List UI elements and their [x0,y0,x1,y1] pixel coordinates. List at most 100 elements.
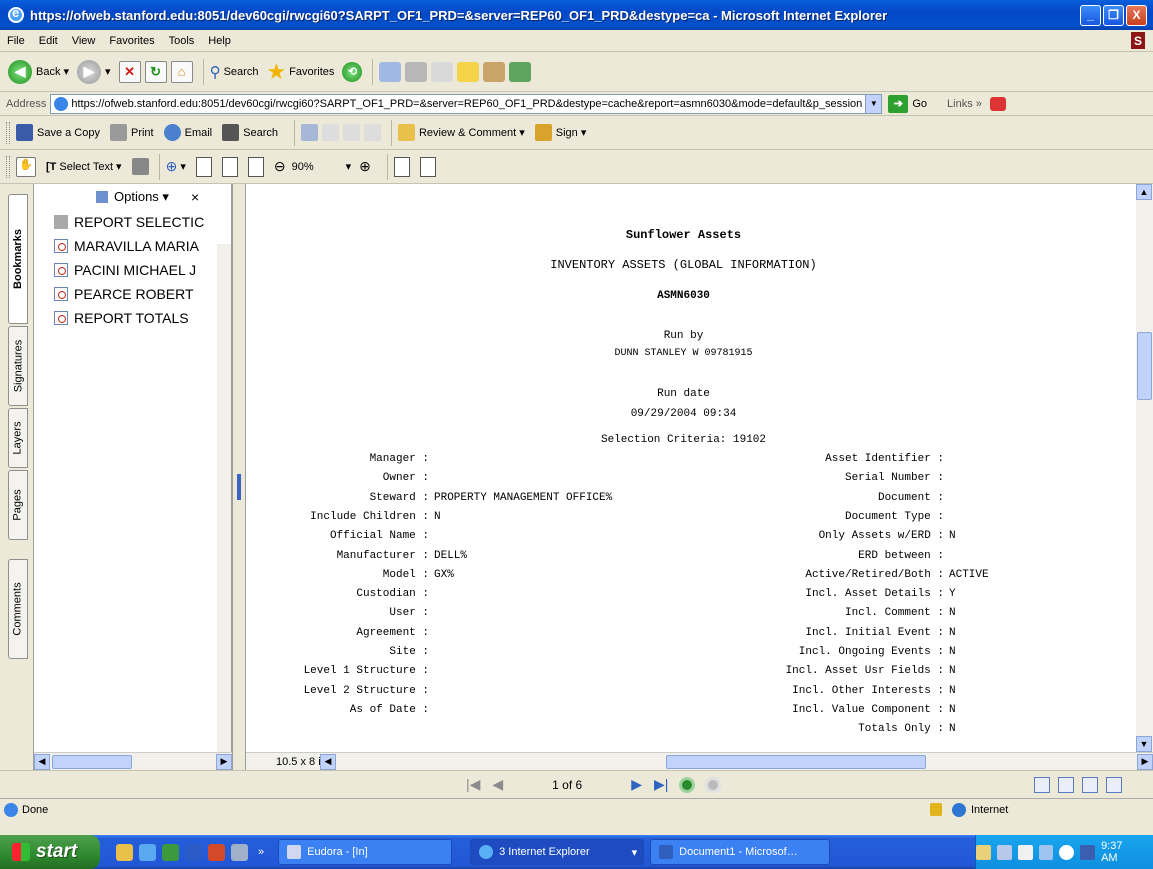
stop-icon[interactable]: ✕ [118,60,141,83]
toolbar-grip[interactable] [6,155,10,178]
panel-splitter[interactable] [232,184,246,770]
tray-icon[interactable] [1038,844,1054,860]
rotate-clockwise-icon[interactable] [393,156,410,177]
previous-page-icon[interactable]: ◀ [492,776,503,793]
back-button[interactable]: ◀ Back ▾ [8,59,69,84]
messenger-icon[interactable] [509,61,532,82]
first-page-icon[interactable]: |◀ [466,776,480,793]
mail-icon[interactable] [379,61,402,82]
address-url[interactable]: https://ofweb.stanford.edu:8051/dev60cgi… [71,98,865,110]
save-copy-button[interactable]: Save a Copy [16,124,100,141]
scroll-down-icon[interactable]: ▼ [1136,736,1152,752]
quicklaunch-icon[interactable] [185,843,202,861]
bookmarks-horizontal-scrollbar[interactable]: ◀ ▶ [34,752,232,770]
scroll-left-icon[interactable]: ◀ [320,753,336,770]
task-group-dropdown-icon[interactable]: ▾ [632,846,638,859]
maximize-button[interactable]: ❐ [1103,4,1124,26]
quicklaunch-icon[interactable] [139,843,156,861]
zoom-out-icon[interactable]: ⊖ [274,158,286,175]
clock[interactable]: 9:37 AM [1101,840,1141,864]
window-title-bar[interactable]: https://ofweb.stanford.edu:8051/dev60cgi… [0,0,1153,30]
single-page-icon[interactable] [1034,776,1050,793]
scroll-up-icon[interactable]: ▲ [1136,184,1152,200]
quicklaunch-icon[interactable] [116,843,133,861]
menu-help[interactable]: Help [201,35,238,47]
home-icon[interactable]: ⌂ [170,60,193,83]
bookmark-item[interactable]: PEARCE ROBERT [34,282,231,306]
continuous-facing-icon[interactable] [1106,776,1122,793]
forward-button[interactable]: ▶ ▾ [77,59,111,84]
sign-button[interactable]: Sign ▾ [534,124,586,141]
scroll-right-icon[interactable]: ▶ [1137,753,1153,770]
last-page-icon[interactable]: ▶| [654,776,668,793]
go-button[interactable]: ➔ Go [888,94,927,113]
quicklaunch-icon[interactable] [208,843,225,861]
bookmark-item[interactable]: REPORT TOTALS [34,306,231,330]
rotate-counterclockwise-icon[interactable] [419,156,436,177]
bookmark-item[interactable]: PACINI MICHAEL J [34,258,231,282]
zoom-field[interactable]: 90% [288,158,346,176]
scroll-thumb[interactable] [666,754,926,769]
bookmarks-vertical-scrollbar[interactable] [217,244,231,752]
toolbar-grip[interactable] [6,121,10,144]
research-icon[interactable] [483,61,506,82]
quicklaunch-icon[interactable] [162,843,179,861]
fit-page-icon[interactable] [221,156,238,177]
discuss-icon[interactable] [457,61,480,82]
tab-pages[interactable]: Pages [8,470,28,540]
previous-view-icon[interactable] [679,776,696,793]
zoom-dropdown-icon[interactable]: ▾ [346,160,352,173]
menu-edit[interactable]: Edit [32,35,65,47]
tray-icon[interactable] [996,844,1012,860]
page-number-field[interactable]: 1 of 6 [519,775,615,795]
tab-bookmarks[interactable]: Bookmarks [8,194,28,324]
hand-tool-icon[interactable]: ✋ [16,156,36,177]
taskbar-item-internet-explorer[interactable]: 3 Internet Explorer ▾ [470,839,645,865]
spell-check-icon[interactable] [300,124,318,141]
minimize-button[interactable]: _ [1080,4,1101,26]
quicklaunch-more-icon[interactable]: » [258,846,264,858]
bookmark-item[interactable]: MARAVILLA MARIA [34,234,231,258]
edit-icon[interactable] [431,61,454,82]
menu-favorites[interactable]: Favorites [102,35,161,47]
favorites-button[interactable]: ★ Favorites [266,59,334,85]
menu-tools[interactable]: Tools [162,35,202,47]
continuous-icon[interactable] [1058,776,1074,793]
next-view-icon[interactable] [705,776,722,793]
network-icon[interactable] [1080,844,1096,860]
facing-icon[interactable] [1082,776,1098,793]
scroll-left-icon[interactable]: ◀ [34,753,50,770]
menu-view[interactable]: View [65,35,103,47]
print-icon[interactable] [405,61,428,82]
redo-icon[interactable] [342,124,360,141]
quicklaunch-icon[interactable] [231,843,248,861]
menu-file[interactable]: File [0,35,32,47]
search-button[interactable]: ⚲ Search [210,63,259,81]
next-page-icon[interactable]: ▶ [631,776,642,793]
document-vertical-scrollbar[interactable]: ▲ ▼ [1136,184,1153,752]
close-button[interactable]: X [1126,4,1147,26]
review-comment-button[interactable]: Review & Comment ▾ [397,124,525,141]
taskbar-item-eudora[interactable]: Eudora - [In] [278,839,453,865]
snapshot-icon[interactable] [131,158,149,175]
address-input[interactable]: https://ofweb.stanford.edu:8051/dev60cgi… [50,93,883,114]
taskbar-item-word[interactable]: Document1 - Microsof… [650,839,831,865]
zoom-in-icon[interactable]: ⊕ [359,158,371,175]
address-dropdown-icon[interactable]: ▼ [865,94,882,113]
actual-size-icon[interactable] [195,156,212,177]
tray-icon[interactable] [976,844,991,860]
scroll-thumb[interactable] [52,754,132,769]
history-icon[interactable]: ⟲ [342,61,363,82]
close-panel-button[interactable]: × [191,189,199,205]
fit-width-icon[interactable] [247,156,264,177]
tab-signatures[interactable]: Signatures [8,326,28,406]
undo-icon[interactable] [321,124,339,141]
acrobat-search-button[interactable]: Search [222,124,278,141]
zoom-in-tool-button[interactable]: ⊕ ▾ [166,158,186,175]
pdf-document-view[interactable]: Sunflower Assets INVENTORY ASSETS (GLOBA… [246,184,1136,752]
splitter-grip-icon[interactable] [237,474,241,500]
translate-icon[interactable] [989,96,1006,111]
select-text-button[interactable]: [T Select Text ▾ [46,160,122,174]
bookmark-item[interactable]: REPORT SELECTIC [34,210,231,234]
scroll-thumb[interactable] [1137,332,1152,400]
